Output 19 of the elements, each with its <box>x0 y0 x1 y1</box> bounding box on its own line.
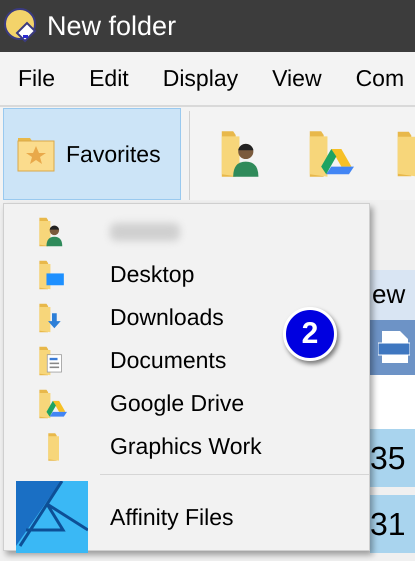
menu-item[interactable]: Affinity Files <box>100 504 234 530</box>
table-cell: 35 <box>370 429 415 488</box>
window-title: New folder <box>47 10 176 42</box>
menu-item[interactable]: View <box>254 65 338 92</box>
column-header: ew <box>370 270 415 320</box>
table-cell <box>370 374 415 430</box>
menu-item[interactable]: Desktop <box>100 261 194 288</box>
menu-item[interactable]: Documents <box>100 347 226 374</box>
printer-icon <box>378 329 410 366</box>
menu-item[interactable]: Com <box>338 65 415 92</box>
affinity-logo-icon <box>16 481 88 553</box>
menu-item[interactable]: Downloads <box>100 304 224 331</box>
menu-item[interactable]: Edit <box>71 65 145 92</box>
menu-item[interactable]: Graphics Work <box>100 433 262 460</box>
menu-item[interactable]: Google Drive <box>100 390 244 417</box>
menu-item[interactable]: File <box>0 65 72 92</box>
favorites-button[interactable]: Favorites <box>3 108 182 200</box>
menu-item[interactable]: Display <box>144 65 254 92</box>
table-cell: 31 <box>370 495 415 553</box>
